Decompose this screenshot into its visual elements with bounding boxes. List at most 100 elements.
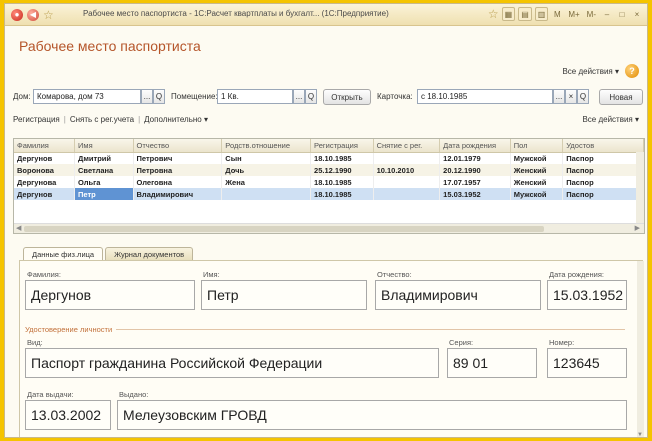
- room-select-button[interactable]: ...: [293, 89, 305, 104]
- column-header[interactable]: Фамилия: [14, 139, 76, 153]
- cell: 15.03.1952: [439, 188, 511, 200]
- cell: Петрович: [133, 152, 223, 164]
- cell: Олеговна: [133, 176, 223, 188]
- house-field[interactable]: Комарова, дом 73: [33, 89, 141, 104]
- column-header[interactable]: Регистрация: [310, 139, 374, 153]
- series-field[interactable]: 89 01: [447, 348, 537, 378]
- table-row[interactable]: Воронова Светлана Петровна Дочь 25.12.19…: [14, 164, 644, 176]
- column-header[interactable]: Отчество: [133, 139, 223, 153]
- room-field[interactable]: 1 Кв.: [217, 89, 293, 104]
- scroll-thumb[interactable]: [24, 226, 544, 232]
- calendar-icon[interactable]: ▦: [501, 7, 516, 21]
- detail-tabs: Данные физ.лица Журнал документов: [23, 247, 194, 260]
- table-row-selected[interactable]: Дергунов Петр Владимирович 18.10.1985 15…: [14, 188, 644, 200]
- details-scrollbar[interactable]: ▼: [637, 261, 644, 437]
- app-window: ● ◀ ☆ Рабочее место паспортиста - 1С:Рас…: [4, 3, 648, 438]
- column-header[interactable]: Удостов: [562, 139, 644, 153]
- card-select-button[interactable]: ...: [553, 89, 565, 104]
- additional-menu[interactable]: Дополнительно ▾: [144, 115, 208, 124]
- open-button[interactable]: Открыть: [323, 89, 371, 105]
- cell: 12.01.1979: [439, 152, 511, 164]
- cell: Женский: [510, 164, 564, 176]
- tab-person-data[interactable]: Данные физ.лица: [23, 247, 104, 260]
- card-clear-icon[interactable]: ×: [565, 89, 577, 104]
- name-field[interactable]: Петр: [201, 280, 367, 310]
- cell: Дмитрий: [74, 152, 134, 164]
- scroll-down-icon[interactable]: ▼: [637, 432, 643, 437]
- surname-label: Фамилия:: [27, 270, 61, 279]
- table-header: Фамилия Имя Отчество Родств.отношение Ре…: [14, 139, 644, 153]
- table-vertical-scrollbar[interactable]: [636, 152, 644, 223]
- cell: Воронова: [14, 164, 76, 176]
- number-label: Номер:: [549, 338, 575, 347]
- calculator-icon[interactable]: ▤: [518, 7, 532, 21]
- maximize-button[interactable]: □: [616, 7, 628, 21]
- cell: Мужской: [510, 152, 564, 164]
- all-actions-menu[interactable]: Все действия ▾: [562, 67, 619, 76]
- cell: Женский: [510, 176, 564, 188]
- birth-date-field[interactable]: 15.03.1952: [547, 280, 627, 310]
- cell: Петровна: [133, 164, 223, 176]
- all-actions-table-menu[interactable]: Все действия ▾: [582, 115, 639, 124]
- column-header[interactable]: Дата рождения: [439, 139, 511, 153]
- surname-field[interactable]: Дергунов: [25, 280, 195, 310]
- scroll-right-icon[interactable]: ▶: [635, 224, 640, 232]
- scroll-left-icon[interactable]: ◀: [16, 224, 21, 232]
- section-title: Удостоверение личности: [25, 325, 113, 334]
- cell: Паспор: [562, 152, 644, 164]
- cell: [221, 188, 312, 200]
- residents-table[interactable]: Фамилия Имя Отчество Родств.отношение Ре…: [13, 138, 645, 234]
- window-title: Рабочее место паспортиста - 1С:Расчет кв…: [83, 9, 389, 18]
- favorites-icon[interactable]: ☆: [488, 7, 499, 21]
- issue-date-field[interactable]: 13.03.2002: [25, 400, 111, 430]
- room-label: Помещение:: [171, 92, 218, 101]
- cell: 18.10.1985: [310, 176, 374, 188]
- help-icon[interactable]: ?: [625, 64, 639, 78]
- cell: Паспор: [562, 176, 644, 188]
- cell: [373, 152, 441, 164]
- column-header[interactable]: Пол: [510, 139, 564, 153]
- issuer-label: Выдано:: [119, 390, 149, 399]
- new-button[interactable]: Новая: [599, 89, 643, 105]
- column-header[interactable]: Имя: [74, 139, 134, 153]
- separator: |: [138, 114, 141, 124]
- birth-date-label: Дата рождения:: [549, 270, 604, 279]
- cell: Дергунов: [14, 188, 76, 200]
- table-icon[interactable]: ▥: [534, 7, 549, 21]
- command-bar: Регистрация | Снять с рег.учета | Дополн…: [13, 112, 639, 126]
- house-search-icon[interactable]: Q: [153, 89, 165, 104]
- cell: 10.10.2010: [373, 164, 441, 176]
- memory-minus-button[interactable]: M-: [585, 7, 598, 21]
- separator: |: [63, 114, 66, 124]
- app-menu-icon[interactable]: ●: [11, 8, 23, 21]
- close-button[interactable]: ×: [631, 7, 643, 21]
- memory-plus-button[interactable]: M+: [566, 7, 581, 21]
- table-row[interactable]: Дергунова Ольга Олеговна Жена 18.10.1985…: [14, 176, 644, 188]
- room-search-icon[interactable]: Q: [305, 89, 317, 104]
- title-bar: ● ◀ ☆ Рабочее место паспортиста - 1С:Рас…: [5, 4, 647, 26]
- card-field[interactable]: с 18.10.1985: [417, 89, 553, 104]
- cell: Паспор: [562, 188, 644, 200]
- house-select-button[interactable]: ...: [141, 89, 153, 104]
- table-horizontal-scrollbar[interactable]: ◀ ▶: [14, 223, 644, 233]
- number-field[interactable]: 123645: [547, 348, 627, 378]
- card-search-icon[interactable]: Q: [577, 89, 589, 104]
- card-label: Карточка:: [377, 92, 413, 101]
- issuer-field[interactable]: Мелеузовским ГРОВД: [117, 400, 627, 430]
- registration-link[interactable]: Регистрация: [13, 115, 60, 124]
- cell: 25.12.1990: [310, 164, 374, 176]
- document-kind-field[interactable]: Паспорт гражданина Российской Федерации: [25, 348, 439, 378]
- memory-m-button[interactable]: M: [551, 7, 563, 21]
- tab-documents-journal[interactable]: Журнал документов: [105, 247, 194, 260]
- table-row[interactable]: Дергунов Дмитрий Петрович Сын 18.10.1985…: [14, 152, 644, 164]
- minimize-button[interactable]: –: [601, 7, 613, 21]
- column-header[interactable]: Родств.отношение: [221, 139, 312, 153]
- column-header[interactable]: Снятие с рег.: [373, 139, 441, 153]
- cell: Ольга: [74, 176, 134, 188]
- form-header: Рабочее место паспортиста Все действия ▾…: [5, 26, 647, 86]
- favorite-star-icon[interactable]: ☆: [43, 8, 54, 22]
- back-icon[interactable]: ◀: [27, 8, 39, 21]
- cell: [373, 188, 441, 200]
- patronymic-field[interactable]: Владимирович: [375, 280, 541, 310]
- deregister-link[interactable]: Снять с рег.учета: [70, 115, 134, 124]
